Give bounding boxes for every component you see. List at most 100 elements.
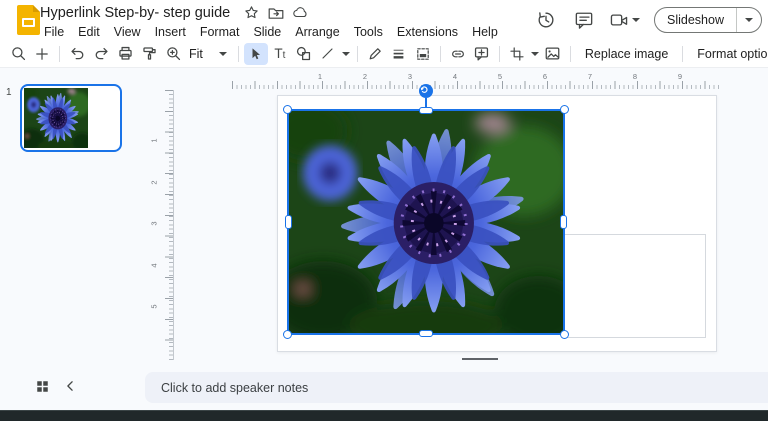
resize-handle-e[interactable] <box>560 215 567 229</box>
zoom-button[interactable] <box>161 43 185 65</box>
cloud-status-icon[interactable] <box>293 5 309 21</box>
link-icon <box>452 50 464 57</box>
border-weight-icon <box>394 49 404 59</box>
v-ruler-number: 2 <box>149 180 159 185</box>
cursor-icon <box>252 47 261 59</box>
border-color-button[interactable] <box>363 43 387 65</box>
redo-button[interactable] <box>89 43 113 65</box>
menu-file[interactable]: File <box>37 24 71 40</box>
horizontal-ruler: 1 2 3 4 5 6 7 8 9 <box>232 72 720 89</box>
title-block: Hyperlink Step-by- step guide File Edit … <box>36 2 505 40</box>
undo-icon <box>70 47 83 60</box>
menu-format[interactable]: Format <box>193 24 247 40</box>
empty-text-placeholder[interactable] <box>563 234 706 338</box>
v-ruler-number: 4 <box>149 263 159 268</box>
toolbar-divider <box>439 45 441 62</box>
resize-handle-n[interactable] <box>419 107 433 114</box>
chevron-down-icon <box>218 51 227 56</box>
selected-flower-image[interactable] <box>283 84 569 339</box>
google-slides-window: Hyperlink Step-by- step guide File Edit … <box>0 0 768 421</box>
menu-edit[interactable]: Edit <box>71 24 107 40</box>
menu-insert[interactable]: Insert <box>148 24 193 40</box>
thumbnail-flower-image <box>24 88 88 148</box>
menu-extensions[interactable]: Extensions <box>390 24 465 40</box>
pencil-icon <box>369 47 381 59</box>
notes-resize-handle[interactable] <box>462 358 498 360</box>
insert-line-button[interactable] <box>316 43 340 65</box>
h-ruler-number: 8 <box>632 72 638 81</box>
image-icon <box>546 47 560 60</box>
grid-view-button[interactable] <box>32 376 52 396</box>
grid-view-icon <box>36 380 48 392</box>
crop-icon <box>510 46 524 61</box>
meet-camera-button[interactable] <box>609 12 641 28</box>
zoom-value: Fit <box>189 46 203 61</box>
move-folder-icon[interactable] <box>268 5 284 21</box>
flower-image <box>289 111 563 333</box>
insert-link-button[interactable] <box>446 43 470 65</box>
menu-arrange[interactable]: Arrange <box>288 24 346 40</box>
speaker-notes-placeholder: Click to add speaker notes <box>161 380 309 395</box>
slide-thumbnail[interactable] <box>20 84 122 152</box>
resize-handle-ne[interactable] <box>560 105 569 114</box>
select-tool-button[interactable] <box>243 42 268 65</box>
h-ruler-number: 5 <box>497 72 503 81</box>
collapse-filmstrip-button[interactable] <box>62 378 78 394</box>
mask-image-dropdown-button[interactable] <box>529 43 541 65</box>
resize-handle-s[interactable] <box>419 330 433 337</box>
resize-handle-nw[interactable] <box>283 105 292 114</box>
workspace: 1 1 2 3 4 5 6 7 8 9 1 2 3 4 5 Click to a… <box>0 68 768 410</box>
star-icon[interactable] <box>243 5 259 21</box>
h-ruler-number: 1 <box>317 72 323 81</box>
toolbar-divider <box>356 45 358 62</box>
ruler-ticks <box>165 90 173 360</box>
title-row: Hyperlink Step-by- step guide <box>36 2 505 23</box>
header-actions: Slideshow <box>533 0 762 40</box>
ruler-ticks <box>232 81 720 89</box>
zoom-select[interactable]: Fit <box>185 44 233 64</box>
format-options-button[interactable]: Format options <box>688 44 768 64</box>
toolbar-divider <box>59 45 60 62</box>
app-header: Hyperlink Step-by- step guide File Edit … <box>0 0 768 40</box>
crop-image-button[interactable] <box>505 43 529 65</box>
slideshow-button[interactable]: Slideshow <box>655 8 736 32</box>
line-dropdown-button[interactable] <box>340 43 352 65</box>
paint-format-button[interactable] <box>137 43 161 65</box>
chevron-left-icon <box>67 381 73 391</box>
menu-slide[interactable]: Slide <box>246 24 288 40</box>
menu-bar: File Edit View Insert Format Slide Arran… <box>37 23 505 40</box>
vertical-ruler: 1 2 3 4 5 <box>150 90 174 360</box>
version-history-button[interactable] <box>533 7 559 33</box>
paint-roller-icon <box>142 47 156 60</box>
h-ruler-number: 6 <box>542 72 548 81</box>
slideshow-dropdown-button[interactable] <box>737 8 761 32</box>
menu-view[interactable]: View <box>107 24 148 40</box>
text-box-button[interactable]: Tt <box>268 43 292 65</box>
document-title[interactable]: Hyperlink Step-by- step guide <box>36 5 234 21</box>
new-slide-button[interactable] <box>30 43 54 65</box>
chevron-down-icon <box>341 51 350 56</box>
print-icon <box>118 46 132 60</box>
add-comment-button[interactable] <box>470 43 494 65</box>
border-dash-button[interactable] <box>411 43 435 65</box>
insert-shape-button[interactable] <box>292 43 316 65</box>
comments-button[interactable] <box>571 7 597 33</box>
undo-button[interactable] <box>65 43 89 65</box>
slide-number: 1 <box>6 87 12 98</box>
plus-icon <box>36 47 48 60</box>
v-ruler-number: 5 <box>149 304 159 309</box>
resize-handle-w[interactable] <box>285 215 292 229</box>
rotate-handle[interactable] <box>419 84 433 98</box>
menu-tools[interactable]: Tools <box>347 24 390 40</box>
print-button[interactable] <box>113 43 137 65</box>
border-weight-button[interactable] <box>387 43 411 65</box>
resize-handle-se[interactable] <box>560 330 569 339</box>
search-menus-button[interactable] <box>6 43 30 65</box>
resize-handle-sw[interactable] <box>283 330 292 339</box>
slide-canvas[interactable] <box>277 84 717 352</box>
replace-image-button[interactable]: Replace image <box>576 44 677 64</box>
search-icon <box>11 47 25 61</box>
menu-help[interactable]: Help <box>465 24 505 40</box>
speaker-notes-box[interactable]: Click to add speaker notes <box>145 372 768 403</box>
replace-image-icon-button[interactable] <box>541 43 565 65</box>
